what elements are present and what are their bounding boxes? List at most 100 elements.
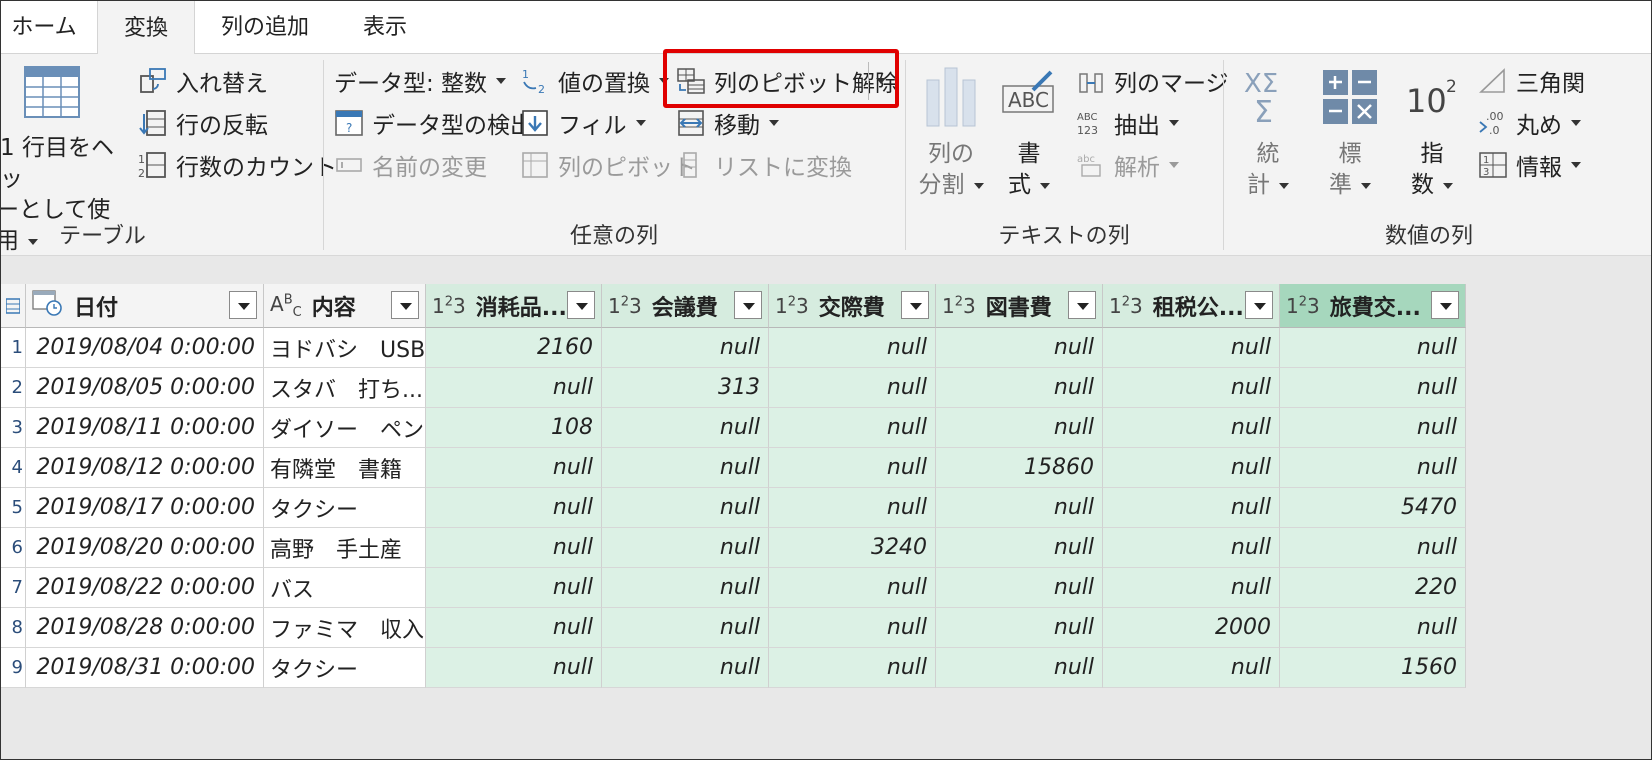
column-filter-dropdown[interactable] xyxy=(1068,291,1096,319)
table-cell[interactable]: バス xyxy=(264,568,426,608)
whole-number-type-icon[interactable]: 123 xyxy=(608,294,642,318)
table-cell[interactable]: 3240 xyxy=(769,528,936,568)
information-dropdown[interactable]: 13 情報 xyxy=(1478,146,1581,184)
trigonometry-dropdown[interactable]: 三角関 xyxy=(1478,62,1585,100)
table-cell[interactable]: null xyxy=(602,408,769,448)
table-cell[interactable]: 2019/08/04 0:00:00 xyxy=(26,328,264,368)
row-number[interactable]: 4 xyxy=(0,448,26,488)
tab-home[interactable]: ホーム xyxy=(0,0,88,54)
table-cell[interactable]: 2019/08/11 0:00:00 xyxy=(26,408,264,448)
table-cell[interactable]: null xyxy=(602,648,769,688)
table-cell[interactable]: 2019/08/22 0:00:00 xyxy=(26,568,264,608)
table-cell[interactable]: タクシー xyxy=(264,648,426,688)
statistics-button[interactable]: XΣ Σ 統 計 xyxy=(1232,66,1304,201)
row-number[interactable]: 8 xyxy=(0,608,26,648)
table-cell[interactable]: 2160 xyxy=(426,328,602,368)
table-cell[interactable]: null xyxy=(1280,608,1466,648)
table-cell[interactable]: null xyxy=(1103,448,1280,488)
table-cell[interactable]: null xyxy=(769,608,936,648)
row-number[interactable]: 5 xyxy=(0,488,26,528)
table-cell[interactable]: null xyxy=(1280,368,1466,408)
table-cell[interactable]: null xyxy=(936,528,1103,568)
table-cell[interactable]: 1560 xyxy=(1280,648,1466,688)
table-cell[interactable]: 2000 xyxy=(1103,608,1280,648)
table-cell[interactable]: ヨドバシ USB-C xyxy=(264,328,426,368)
convert-to-list-button[interactable]: リストに変換 xyxy=(676,146,852,184)
fill-dropdown[interactable]: フィル xyxy=(520,104,646,142)
table-cell[interactable]: null xyxy=(936,368,1103,408)
table-cell[interactable]: 2019/08/17 0:00:00 xyxy=(26,488,264,528)
table-cell[interactable]: null xyxy=(602,328,769,368)
column-header[interactable]: 123 会議費 xyxy=(602,284,769,328)
replace-values-dropdown[interactable]: 12 値の置換 xyxy=(520,62,669,100)
row-number[interactable]: 6 xyxy=(0,528,26,568)
table-cell[interactable]: ファミマ 収入... xyxy=(264,608,426,648)
table-cell[interactable]: タクシー xyxy=(264,488,426,528)
table-cell[interactable]: null xyxy=(426,488,602,528)
table-cell[interactable]: null xyxy=(769,568,936,608)
table-cell[interactable]: 108 xyxy=(426,408,602,448)
reverse-rows-button[interactable]: 行の反転 xyxy=(138,104,268,142)
table-cell[interactable]: 313 xyxy=(602,368,769,408)
detect-data-type-button[interactable]: ? データ型の検出 xyxy=(334,104,533,142)
column-header[interactable]: 123 消耗品... xyxy=(426,284,602,328)
text-type-icon[interactable]: ABC xyxy=(270,292,302,320)
table-cell[interactable]: null xyxy=(936,328,1103,368)
whole-number-type-icon[interactable]: 123 xyxy=(1286,294,1320,318)
row-number[interactable]: 7 xyxy=(0,568,26,608)
table-cell[interactable]: null xyxy=(1280,448,1466,488)
table-cell[interactable]: null xyxy=(769,408,936,448)
rounding-dropdown[interactable]: .00.0 丸め xyxy=(1478,104,1581,142)
table-cell[interactable]: null xyxy=(769,648,936,688)
column-header[interactable]: 123 図書費 xyxy=(936,284,1103,328)
table-cell[interactable]: null xyxy=(936,488,1103,528)
column-filter-dropdown[interactable] xyxy=(1431,291,1459,319)
row-number[interactable]: 9 xyxy=(0,648,26,688)
table-cell[interactable]: null xyxy=(602,448,769,488)
table-cell[interactable]: null xyxy=(1280,528,1466,568)
data-type-dropdown[interactable]: データ型: 整数 xyxy=(334,62,507,100)
table-cell[interactable]: 5470 xyxy=(1280,488,1466,528)
column-filter-dropdown[interactable] xyxy=(901,291,929,319)
whole-number-type-icon[interactable]: 123 xyxy=(1109,294,1143,318)
table-cell[interactable]: 2019/08/05 0:00:00 xyxy=(26,368,264,408)
column-filter-dropdown[interactable] xyxy=(734,291,762,319)
table-cell[interactable]: null xyxy=(426,568,602,608)
tab-add-column[interactable]: 列の追加 xyxy=(203,0,327,54)
table-cell[interactable]: 2019/08/31 0:00:00 xyxy=(26,648,264,688)
table-cell[interactable]: null xyxy=(602,488,769,528)
row-number[interactable]: 2 xyxy=(0,368,26,408)
table-cell[interactable]: null xyxy=(936,568,1103,608)
column-header[interactable]: 日付 xyxy=(26,284,264,328)
table-menu-button[interactable] xyxy=(0,284,26,328)
table-cell[interactable]: null xyxy=(1103,368,1280,408)
column-filter-dropdown[interactable] xyxy=(391,291,419,319)
table-cell[interactable]: null xyxy=(1103,328,1280,368)
column-header[interactable]: ABC 内容 xyxy=(264,284,426,328)
table-cell[interactable]: null xyxy=(426,528,602,568)
table-cell[interactable]: null xyxy=(936,608,1103,648)
column-filter-dropdown[interactable] xyxy=(1245,291,1273,319)
rename-button[interactable]: 名前の変更 xyxy=(334,146,487,184)
table-cell[interactable]: null xyxy=(1280,408,1466,448)
table-cell[interactable]: null xyxy=(602,568,769,608)
table-cell[interactable]: null xyxy=(1103,408,1280,448)
parse-dropdown[interactable]: abc 解析 xyxy=(1076,146,1179,184)
table-cell[interactable]: null xyxy=(426,448,602,488)
whole-number-type-icon[interactable]: 123 xyxy=(775,294,809,318)
table-cell[interactable]: null xyxy=(1103,568,1280,608)
table-cell[interactable]: 高野 手土産 xyxy=(264,528,426,568)
table-cell[interactable]: ダイソー ペン xyxy=(264,408,426,448)
table-cell[interactable]: 2019/08/28 0:00:00 xyxy=(26,608,264,648)
scientific-button[interactable]: 10 2 指 数 xyxy=(1392,66,1472,201)
count-rows-button[interactable]: 12 行数のカウント xyxy=(138,146,337,184)
column-filter-dropdown[interactable] xyxy=(229,291,257,319)
table-cell[interactable]: null xyxy=(602,528,769,568)
column-filter-dropdown[interactable] xyxy=(567,291,595,319)
row-number[interactable]: 3 xyxy=(0,408,26,448)
table-cell[interactable]: スタバ 打ち... xyxy=(264,368,426,408)
tab-view[interactable]: 表示 xyxy=(335,0,435,54)
datetime-type-icon[interactable] xyxy=(32,289,64,322)
table-cell[interactable]: null xyxy=(1280,328,1466,368)
table-cell[interactable]: null xyxy=(936,648,1103,688)
